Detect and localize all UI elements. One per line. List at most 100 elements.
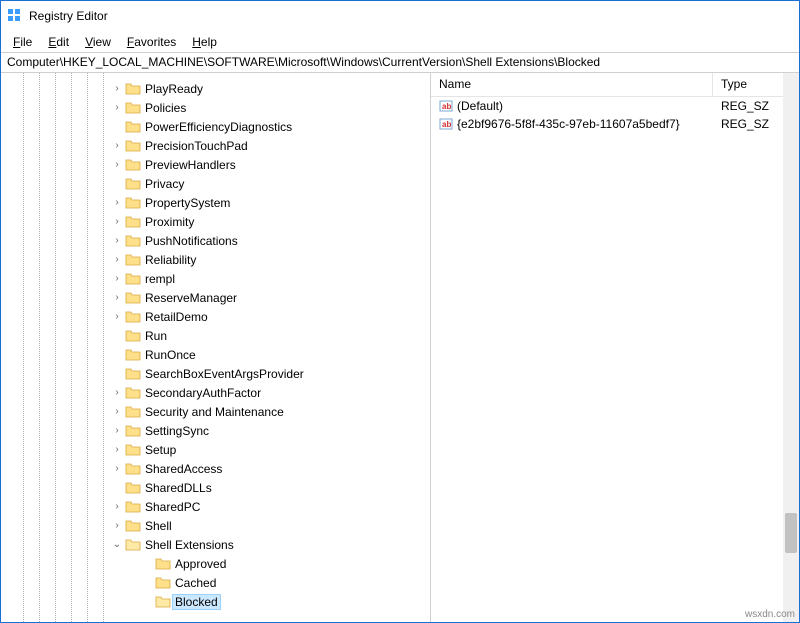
expander-icon[interactable]: › [111, 216, 123, 227]
scrollbar-vertical[interactable] [783, 73, 799, 622]
expander-icon[interactable]: › [111, 501, 123, 512]
expander-icon[interactable]: › [111, 159, 123, 170]
tree-item-label: RetailDemo [145, 310, 208, 324]
value-name: {e2bf9676-5f8f-435c-97eb-11607a5bedf7} [457, 117, 680, 131]
watermark: wsxdn.com [745, 609, 795, 620]
tree-item[interactable]: › SecondaryAuthFactor [1, 383, 430, 402]
tree-item[interactable]: SearchBoxEventArgsProvider [1, 364, 430, 383]
folder-icon [125, 82, 141, 96]
tree-item-label: SharedAccess [145, 462, 222, 476]
tree-item[interactable]: ⌄ Shell Extensions [1, 535, 430, 554]
scrollbar-thumb[interactable] [785, 513, 797, 553]
column-header-name[interactable]: Name [431, 73, 713, 96]
tree-item[interactable]: › PushNotifications [1, 231, 430, 250]
tree-item-label: Policies [145, 101, 186, 115]
tree-item[interactable]: Run [1, 326, 430, 345]
tree-item[interactable]: Privacy [1, 174, 430, 193]
folder-icon [125, 253, 141, 267]
svg-text:ab: ab [442, 102, 451, 111]
tree-item[interactable]: › Shell [1, 516, 430, 535]
tree-item-label: SettingSync [145, 424, 209, 438]
expander-icon[interactable]: › [111, 311, 123, 322]
tree-item-label: Cached [175, 576, 216, 590]
expander-icon[interactable]: › [111, 520, 123, 531]
tree-item-label: Approved [175, 557, 226, 571]
tree-item-label: SecondaryAuthFactor [145, 386, 261, 400]
folder-icon [125, 291, 141, 305]
tree-item-label: PropertySystem [145, 196, 230, 210]
tree-item[interactable]: › Setup [1, 440, 430, 459]
list-row[interactable]: ab {e2bf9676-5f8f-435c-97eb-11607a5bedf7… [431, 115, 799, 133]
tree-item[interactable]: RunOnce [1, 345, 430, 364]
menu-favorites[interactable]: Favorites [119, 33, 184, 51]
tree-item[interactable]: › RetailDemo [1, 307, 430, 326]
value-name: (Default) [457, 99, 503, 113]
expander-icon[interactable]: › [111, 235, 123, 246]
tree-item[interactable]: Approved [1, 554, 430, 573]
tree-item[interactable]: › rempl [1, 269, 430, 288]
expander-icon[interactable]: › [111, 140, 123, 151]
menu-view[interactable]: View [77, 33, 119, 51]
folder-icon [125, 519, 141, 533]
tree-item[interactable]: PowerEfficiencyDiagnostics [1, 117, 430, 136]
tree-item[interactable]: Blocked [1, 592, 430, 611]
tree-item[interactable]: › SharedAccess [1, 459, 430, 478]
tree-item[interactable]: › PrecisionTouchPad [1, 136, 430, 155]
tree-item[interactable]: › Reliability [1, 250, 430, 269]
tree-item-label: PrecisionTouchPad [145, 139, 248, 153]
address-bar[interactable]: Computer\HKEY_LOCAL_MACHINE\SOFTWARE\Mic… [1, 53, 799, 73]
tree-item-label: ReserveManager [145, 291, 237, 305]
menu-edit[interactable]: Edit [40, 33, 77, 51]
expander-icon[interactable]: › [111, 463, 123, 474]
expander-icon[interactable]: › [111, 102, 123, 113]
tree-item-label: PushNotifications [145, 234, 238, 248]
tree-item-label: rempl [145, 272, 175, 286]
folder-icon [125, 310, 141, 324]
expander-icon[interactable]: › [111, 444, 123, 455]
folder-icon [125, 443, 141, 457]
expander-icon[interactable]: › [111, 197, 123, 208]
tree-item[interactable]: › PlayReady [1, 79, 430, 98]
value-name-cell: ab {e2bf9676-5f8f-435c-97eb-11607a5bedf7… [431, 117, 713, 131]
tree-item[interactable]: › SettingSync [1, 421, 430, 440]
tree-item-label: SharedPC [145, 500, 200, 514]
tree-item-label: PreviewHandlers [145, 158, 236, 172]
tree-item[interactable]: › ReserveManager [1, 288, 430, 307]
tree-item[interactable]: › SharedPC [1, 497, 430, 516]
expander-icon[interactable]: › [111, 83, 123, 94]
menu-help[interactable]: Help [184, 33, 225, 51]
tree-item-label: PowerEfficiencyDiagnostics [145, 120, 292, 134]
tree-item[interactable]: › Security and Maintenance [1, 402, 430, 421]
tree-item[interactable]: SharedDLLs [1, 478, 430, 497]
tree-item-label: SharedDLLs [145, 481, 212, 495]
values-pane[interactable]: Name Type ab (Default) REG_SZ ab {e2bf96… [431, 73, 799, 622]
tree-item[interactable]: › Proximity [1, 212, 430, 231]
title-bar: Registry Editor [1, 1, 799, 31]
expander-icon[interactable]: › [111, 406, 123, 417]
tree-item[interactable]: › PreviewHandlers [1, 155, 430, 174]
expander-icon[interactable]: › [111, 387, 123, 398]
folder-icon [125, 234, 141, 248]
folder-icon [155, 595, 171, 609]
folder-icon [125, 329, 141, 343]
expander-icon[interactable]: ⌄ [111, 539, 123, 550]
folder-icon [125, 272, 141, 286]
expander-icon[interactable]: › [111, 254, 123, 265]
tree-item[interactable]: › Policies [1, 98, 430, 117]
menu-file[interactable]: File [5, 33, 40, 51]
tree-item[interactable]: Cached [1, 573, 430, 592]
svg-text:ab: ab [442, 120, 451, 129]
expander-icon[interactable]: › [111, 273, 123, 284]
tree-item[interactable]: › PropertySystem [1, 193, 430, 212]
tree-item-label: Blocked [172, 594, 221, 610]
folder-icon [155, 576, 171, 590]
tree-item-label: Privacy [145, 177, 184, 191]
app-icon [7, 8, 23, 24]
content-area: › PlayReady › Policies PowerEfficiencyDi… [1, 73, 799, 622]
expander-icon[interactable]: › [111, 292, 123, 303]
tree-item-label: SearchBoxEventArgsProvider [145, 367, 304, 381]
folder-icon [125, 481, 141, 495]
expander-icon[interactable]: › [111, 425, 123, 436]
list-row[interactable]: ab (Default) REG_SZ [431, 97, 799, 115]
tree-pane[interactable]: › PlayReady › Policies PowerEfficiencyDi… [1, 73, 431, 622]
